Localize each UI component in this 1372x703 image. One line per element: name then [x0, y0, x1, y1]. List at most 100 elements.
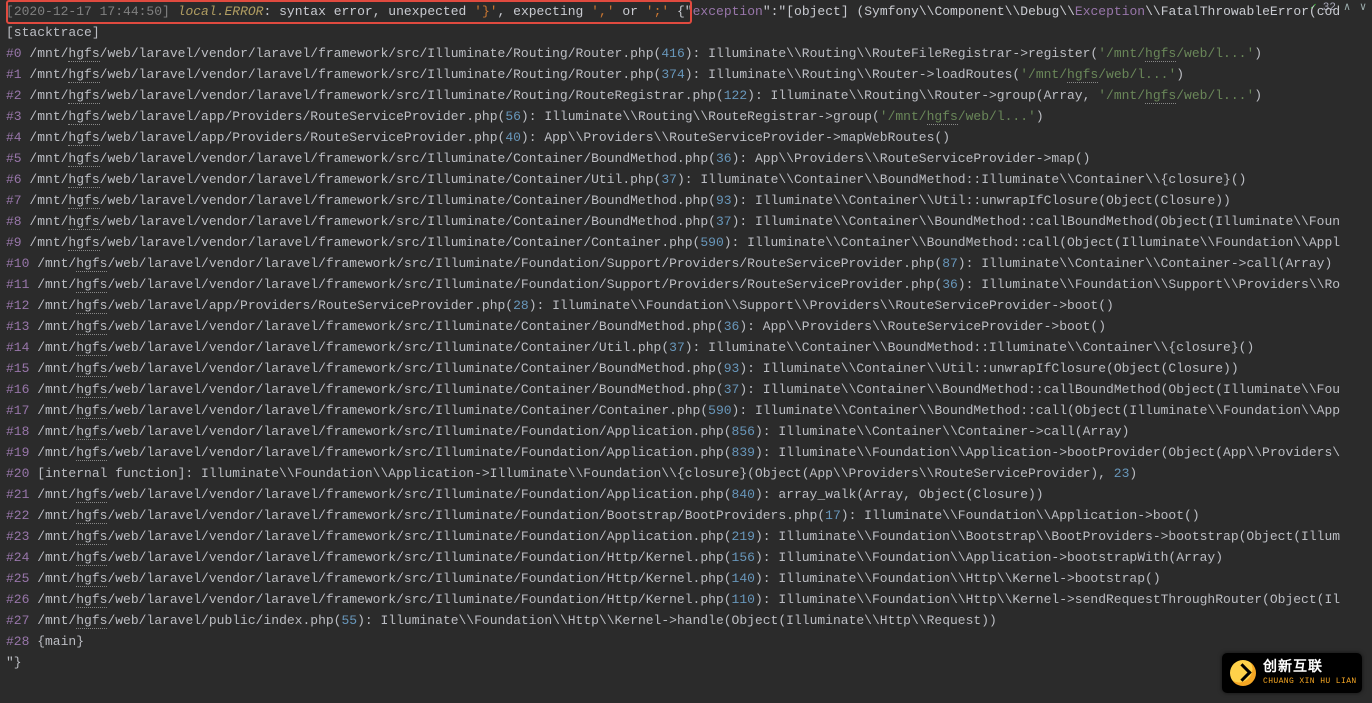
string-literal: '/mnt/hgfs/web/l...': [1020, 67, 1176, 83]
path-prefix: /mnt/: [22, 193, 69, 208]
path-hgfs: hgfs: [76, 445, 107, 461]
path-prefix: /mnt/: [29, 613, 76, 628]
path-prefix: /mnt/: [29, 508, 76, 523]
frame-index: #28: [6, 634, 29, 649]
frame-text: {main}: [29, 634, 84, 649]
stack-frame: #11 /mnt/hgfs/web/laravel/vendor/laravel…: [6, 274, 1372, 295]
file-path: /web/laravel/vendor/laravel/framework/sr…: [107, 508, 825, 523]
path-prefix: /mnt/: [29, 571, 76, 586]
token: ';': [646, 4, 669, 19]
frame-index: #20: [6, 466, 29, 481]
path-prefix: /mnt/: [22, 235, 69, 250]
frame-call: ): Illuminate\\Routing\\RouteRegistrar->…: [521, 109, 880, 124]
path-prefix: /mnt/: [22, 109, 69, 124]
frame-call: ): Illuminate\\Container\\BoundMethod::c…: [732, 214, 1341, 229]
path-prefix: /mnt/: [29, 340, 76, 355]
file-path: /web/laravel/app/Providers/RouteServiceP…: [107, 298, 513, 313]
frame-index: #1: [6, 67, 22, 82]
path-prefix: /mnt/: [29, 550, 76, 565]
path-hgfs: hgfs: [68, 88, 99, 104]
line-number: 37: [716, 214, 732, 229]
path-hgfs: hgfs: [76, 529, 107, 545]
stack-frame: #13 /mnt/hgfs/web/laravel/vendor/laravel…: [6, 316, 1372, 337]
file-path: /web/laravel/vendor/laravel/framework/sr…: [107, 403, 708, 418]
stack-frame: #23 /mnt/hgfs/web/laravel/vendor/laravel…: [6, 526, 1372, 547]
line-number: 36: [716, 151, 732, 166]
path-prefix: /mnt/: [22, 130, 69, 145]
line-number: 28: [513, 298, 529, 313]
frame-index: #15: [6, 361, 29, 376]
line-number: 56: [505, 109, 521, 124]
line-number: 87: [942, 256, 958, 271]
stack-frame: #4 /mnt/hgfs/web/laravel/app/Providers/R…: [6, 127, 1372, 148]
frame-call: ): Illuminate\\Foundation\\Support\\Prov…: [958, 277, 1340, 292]
frame-index: #0: [6, 46, 22, 61]
path-hgfs: hgfs: [68, 172, 99, 188]
error-message: , expecting: [498, 4, 592, 19]
frame-call: ): Illuminate\\Routing\\Router->loadRout…: [685, 67, 1020, 82]
log-output[interactable]: [2020-12-17 17:44:50] local.ERROR: synta…: [0, 0, 1372, 673]
line-number: 36: [724, 319, 740, 334]
path-prefix: /mnt/: [29, 361, 76, 376]
json-text: ":"[object] (Symfony\\Component\\Debug\\: [763, 4, 1075, 19]
file-path: /web/laravel/vendor/laravel/framework/sr…: [107, 361, 723, 376]
frame-index: #22: [6, 508, 29, 523]
frame-call: ): Illuminate\\Routing\\RouteFileRegistr…: [685, 46, 1098, 61]
path-prefix: /mnt/: [29, 424, 76, 439]
stack-frame: #3 /mnt/hgfs/web/laravel/app/Providers/R…: [6, 106, 1372, 127]
line-number: 122: [724, 88, 747, 103]
path-hgfs: hgfs: [68, 193, 99, 209]
line-number: 93: [724, 361, 740, 376]
line-number: 156: [732, 550, 755, 565]
stack-frame: #1 /mnt/hgfs/web/laravel/vendor/laravel/…: [6, 64, 1372, 85]
frame-index: #3: [6, 109, 22, 124]
frame-call: ): Illuminate\\Foundation\\Http\\Kernel-…: [755, 592, 1340, 607]
line-number: 110: [732, 592, 755, 607]
line-number: 219: [732, 529, 755, 544]
line-number: 55: [341, 613, 357, 628]
stack-frame: #7 /mnt/hgfs/web/laravel/vendor/laravel/…: [6, 190, 1372, 211]
path-prefix: /mnt/: [22, 46, 69, 61]
line-number: 839: [732, 445, 755, 460]
frame-index: #21: [6, 487, 29, 502]
frame-call: ): Illuminate\\Container\\BoundMethod::c…: [724, 235, 1340, 250]
frame-index: #11: [6, 277, 29, 292]
path-hgfs: hgfs: [76, 508, 107, 524]
path-hgfs: hgfs: [76, 403, 107, 419]
frame-call: ): Illuminate\\Container\\Util::unwrapIf…: [732, 193, 1231, 208]
stack-frame: #5 /mnt/hgfs/web/laravel/vendor/laravel/…: [6, 148, 1372, 169]
file-path: /web/laravel/vendor/laravel/framework/sr…: [107, 256, 942, 271]
stack-frame: #8 /mnt/hgfs/web/laravel/vendor/laravel/…: [6, 211, 1372, 232]
log-channel: local.ERROR: [178, 4, 264, 19]
file-path: /web/laravel/vendor/laravel/framework/sr…: [100, 193, 716, 208]
line-number: 93: [716, 193, 732, 208]
string-literal: '/mnt/hgfs/web/l...': [1098, 88, 1254, 104]
paren-close: ): [1254, 88, 1262, 103]
file-path: /web/laravel/public/index.php(: [107, 613, 341, 628]
exception-key: exception: [693, 4, 763, 19]
frame-call: ): [1129, 466, 1137, 481]
frame-call: ): Illuminate\\Foundation\\Http\\Kernel-…: [755, 571, 1161, 586]
file-path: /web/laravel/vendor/laravel/framework/sr…: [107, 592, 731, 607]
file-path: /web/laravel/vendor/laravel/framework/sr…: [100, 88, 724, 103]
frame-index: #5: [6, 151, 22, 166]
file-path: /web/laravel/vendor/laravel/framework/sr…: [100, 214, 716, 229]
timestamp: 2020-12-17 17:44:50: [14, 4, 162, 19]
file-path: /web/laravel/vendor/laravel/framework/sr…: [100, 172, 662, 187]
file-path: /web/laravel/vendor/laravel/framework/sr…: [107, 550, 731, 565]
stack-frame: #18 /mnt/hgfs/web/laravel/vendor/laravel…: [6, 421, 1372, 442]
stack-frame: #20 [internal function]: Illuminate\\Fou…: [6, 463, 1372, 484]
path-hgfs: hgfs: [76, 550, 107, 566]
path-hgfs: hgfs: [68, 151, 99, 167]
path-hgfs: hgfs: [68, 235, 99, 251]
stack-frame: #19 /mnt/hgfs/web/laravel/vendor/laravel…: [6, 442, 1372, 463]
frame-index: #18: [6, 424, 29, 439]
frame-call: ): Illuminate\\Foundation\\Application->…: [841, 508, 1200, 523]
path-prefix: /mnt/: [22, 151, 69, 166]
file-path: /web/laravel/vendor/laravel/framework/sr…: [100, 151, 716, 166]
line-number: 590: [708, 403, 731, 418]
frame-call: ): Illuminate\\Routing\\Router->group(Ar…: [747, 88, 1098, 103]
stack-frame: #2 /mnt/hgfs/web/laravel/vendor/laravel/…: [6, 85, 1372, 106]
file-path: /web/laravel/vendor/laravel/framework/sr…: [107, 424, 731, 439]
path-hgfs: hgfs: [76, 298, 107, 314]
